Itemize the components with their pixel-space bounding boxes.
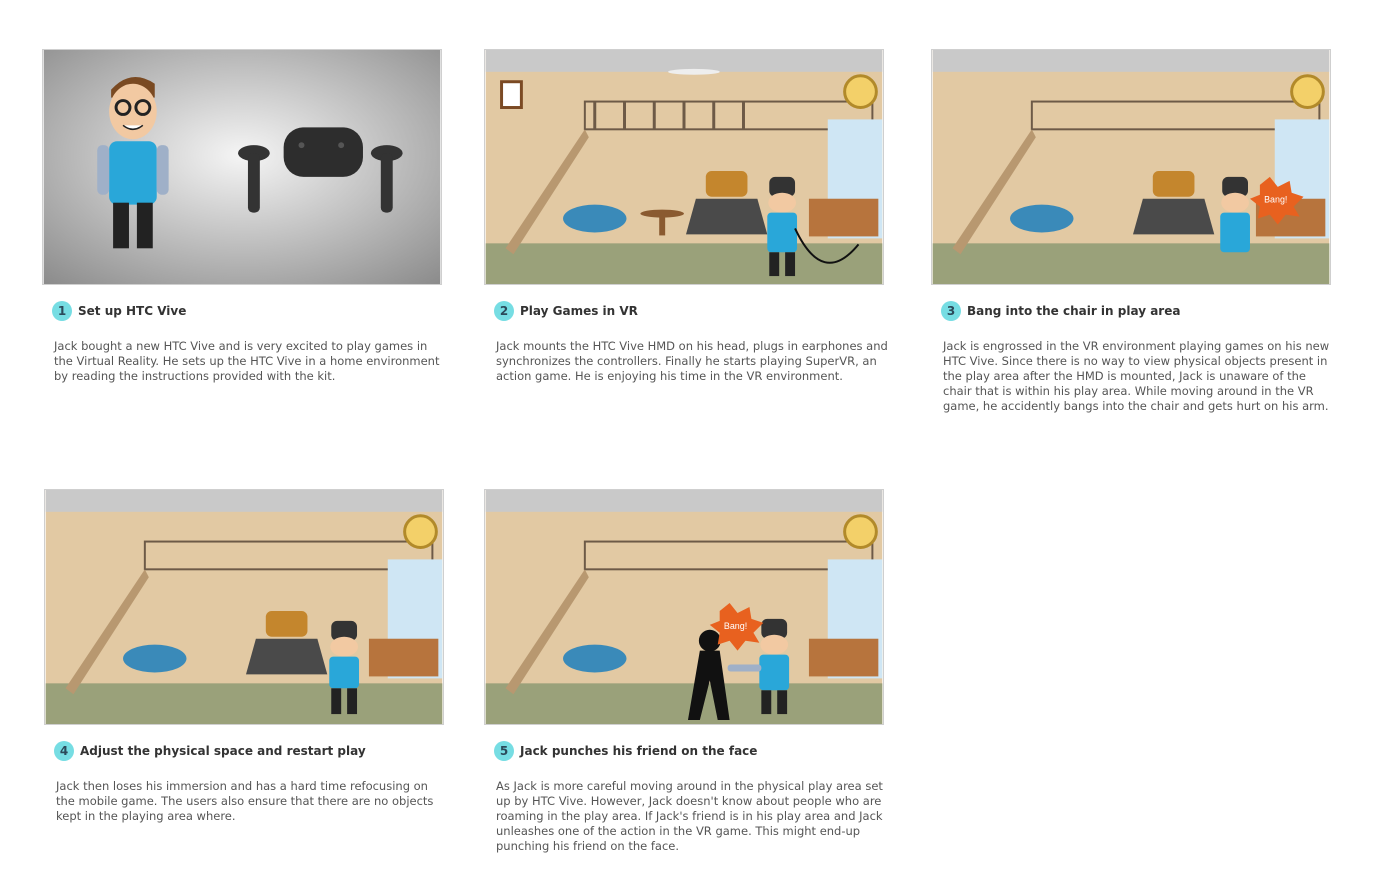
panel-heading: 4 Adjust the physical space and restart … xyxy=(54,741,444,761)
panel-description: Jack then loses his immersion and has a … xyxy=(56,779,434,823)
step-number-badge: 2 xyxy=(494,301,514,321)
clock-icon xyxy=(403,514,438,549)
scene-playing-illustration xyxy=(484,49,884,285)
vive-headset-icon xyxy=(283,127,363,177)
step-number-badge: 3 xyxy=(941,301,961,321)
clock-icon xyxy=(843,514,878,549)
scene-bang-chair-illustration: Bang! xyxy=(931,49,1331,285)
clock-icon xyxy=(843,74,878,109)
storyboard-panel-2: 2 Play Games in VR Jack mounts the HTC V… xyxy=(484,49,888,384)
scene-setup-illustration xyxy=(42,49,442,285)
scene-punch-friend-illustration: Bang! xyxy=(484,489,884,725)
panel-description: Jack is engrossed in the VR environment … xyxy=(943,339,1330,413)
step-number-badge: 4 xyxy=(54,741,74,761)
step-number-badge: 5 xyxy=(494,741,514,761)
panel-description: As Jack is more careful moving around in… xyxy=(496,779,883,853)
bang-label: Bang! xyxy=(1264,195,1287,205)
panel-title: Jack punches his friend on the face xyxy=(520,744,758,758)
storyboard-panel-3: Bang! 3 Bang into the chair in play area… xyxy=(931,49,1331,414)
storyboard-panel-4: 4 Adjust the physical space and restart … xyxy=(44,489,444,824)
panel-heading: 2 Play Games in VR xyxy=(494,301,884,321)
step-number-badge: 1 xyxy=(52,301,72,321)
clock-icon xyxy=(1290,74,1325,109)
panel-description: Jack mounts the HTC Vive HMD on his head… xyxy=(496,339,888,383)
jack-vr-character xyxy=(1220,176,1250,253)
panel-heading: 5 Jack punches his friend on the face xyxy=(494,741,884,761)
scene-restart-illustration xyxy=(44,489,444,725)
panel-description: Jack bought a new HTC Vive and is very e… xyxy=(54,339,440,383)
panel-title: Play Games in VR xyxy=(520,304,638,318)
storyboard-panel-1: 1 Set up HTC Vive Jack bought a new HTC … xyxy=(42,49,442,384)
panel-heading: 1 Set up HTC Vive xyxy=(52,301,442,321)
storyboard-panel-5: Bang! 5 Jack punches his friend on the f… xyxy=(484,489,884,854)
panel-title: Set up HTC Vive xyxy=(78,304,187,318)
panel-title: Bang into the chair in play area xyxy=(967,304,1181,318)
panel-title: Adjust the physical space and restart pl… xyxy=(80,744,366,758)
panel-heading: 3 Bang into the chair in play area xyxy=(941,301,1331,321)
bang-label: Bang! xyxy=(724,621,747,631)
